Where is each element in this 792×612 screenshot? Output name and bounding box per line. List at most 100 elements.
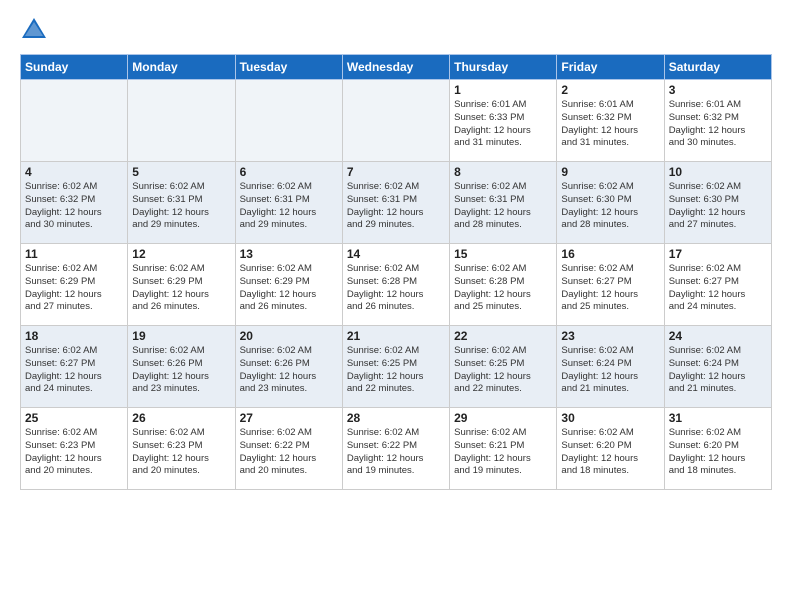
- calendar-cell: 30Sunrise: 6:02 AMSunset: 6:20 PMDayligh…: [557, 408, 664, 490]
- cell-text-line: Sunrise: 6:02 AM: [240, 263, 338, 276]
- cell-text-line: and 18 minutes.: [561, 465, 659, 478]
- cell-text-line: Sunset: 6:31 PM: [240, 194, 338, 207]
- day-number: 27: [240, 411, 338, 425]
- day-header-wednesday: Wednesday: [342, 55, 449, 80]
- day-header-saturday: Saturday: [664, 55, 771, 80]
- day-number: 3: [669, 83, 767, 97]
- cell-text-line: and 24 minutes.: [25, 383, 123, 396]
- calendar-cell: 2Sunrise: 6:01 AMSunset: 6:32 PMDaylight…: [557, 80, 664, 162]
- cell-text-line: Daylight: 12 hours: [25, 289, 123, 302]
- cell-text-line: Sunset: 6:22 PM: [240, 440, 338, 453]
- cell-text-line: and 19 minutes.: [347, 465, 445, 478]
- cell-text-line: Sunset: 6:21 PM: [454, 440, 552, 453]
- calendar-cell: 4Sunrise: 6:02 AMSunset: 6:32 PMDaylight…: [21, 162, 128, 244]
- calendar-cell: 9Sunrise: 6:02 AMSunset: 6:30 PMDaylight…: [557, 162, 664, 244]
- cell-text-line: Daylight: 12 hours: [240, 453, 338, 466]
- day-number: 17: [669, 247, 767, 261]
- day-header-friday: Friday: [557, 55, 664, 80]
- cell-text-line: Sunset: 6:23 PM: [25, 440, 123, 453]
- day-number: 18: [25, 329, 123, 343]
- calendar-cell: 10Sunrise: 6:02 AMSunset: 6:30 PMDayligh…: [664, 162, 771, 244]
- calendar-cell: 21Sunrise: 6:02 AMSunset: 6:25 PMDayligh…: [342, 326, 449, 408]
- cell-text-line: Sunset: 6:20 PM: [669, 440, 767, 453]
- cell-text-line: Daylight: 12 hours: [240, 289, 338, 302]
- cell-text-line: Sunrise: 6:01 AM: [561, 99, 659, 112]
- cell-text-line: Sunrise: 6:02 AM: [454, 263, 552, 276]
- header: [20, 16, 772, 44]
- cell-text-line: and 29 minutes.: [240, 219, 338, 232]
- calendar-cell: 3Sunrise: 6:01 AMSunset: 6:32 PMDaylight…: [664, 80, 771, 162]
- cell-text-line: and 25 minutes.: [561, 301, 659, 314]
- cell-text-line: Sunset: 6:32 PM: [669, 112, 767, 125]
- day-number: 28: [347, 411, 445, 425]
- cell-text-line: Daylight: 12 hours: [240, 207, 338, 220]
- cell-text-line: and 26 minutes.: [240, 301, 338, 314]
- day-number: 14: [347, 247, 445, 261]
- day-number: 10: [669, 165, 767, 179]
- cell-text-line: Sunrise: 6:02 AM: [132, 345, 230, 358]
- day-number: 12: [132, 247, 230, 261]
- calendar-cell: 22Sunrise: 6:02 AMSunset: 6:25 PMDayligh…: [450, 326, 557, 408]
- calendar-cell: 19Sunrise: 6:02 AMSunset: 6:26 PMDayligh…: [128, 326, 235, 408]
- cell-text-line: and 20 minutes.: [25, 465, 123, 478]
- cell-text-line: Sunset: 6:29 PM: [25, 276, 123, 289]
- cell-text-line: Sunrise: 6:02 AM: [240, 427, 338, 440]
- cell-text-line: Sunrise: 6:02 AM: [561, 181, 659, 194]
- cell-text-line: Daylight: 12 hours: [669, 289, 767, 302]
- cell-text-line: and 29 minutes.: [347, 219, 445, 232]
- cell-text-line: and 21 minutes.: [561, 383, 659, 396]
- cell-text-line: Daylight: 12 hours: [347, 371, 445, 384]
- cell-text-line: Sunrise: 6:02 AM: [25, 263, 123, 276]
- day-number: 15: [454, 247, 552, 261]
- day-number: 9: [561, 165, 659, 179]
- cell-text-line: and 19 minutes.: [454, 465, 552, 478]
- calendar-cell: 16Sunrise: 6:02 AMSunset: 6:27 PMDayligh…: [557, 244, 664, 326]
- day-number: 16: [561, 247, 659, 261]
- day-number: 22: [454, 329, 552, 343]
- logo-icon: [20, 16, 48, 44]
- cell-text-line: Sunrise: 6:01 AM: [669, 99, 767, 112]
- cell-text-line: Daylight: 12 hours: [25, 453, 123, 466]
- cell-text-line: Daylight: 12 hours: [25, 371, 123, 384]
- calendar-cell: [342, 80, 449, 162]
- cell-text-line: Sunset: 6:28 PM: [454, 276, 552, 289]
- cell-text-line: and 26 minutes.: [132, 301, 230, 314]
- day-number: 13: [240, 247, 338, 261]
- calendar-cell: 7Sunrise: 6:02 AMSunset: 6:31 PMDaylight…: [342, 162, 449, 244]
- cell-text-line: Daylight: 12 hours: [454, 207, 552, 220]
- cell-text-line: Daylight: 12 hours: [669, 207, 767, 220]
- cell-text-line: Daylight: 12 hours: [347, 453, 445, 466]
- cell-text-line: Daylight: 12 hours: [669, 371, 767, 384]
- calendar-cell: 20Sunrise: 6:02 AMSunset: 6:26 PMDayligh…: [235, 326, 342, 408]
- cell-text-line: Sunset: 6:27 PM: [561, 276, 659, 289]
- calendar-cell: 15Sunrise: 6:02 AMSunset: 6:28 PMDayligh…: [450, 244, 557, 326]
- day-number: 26: [132, 411, 230, 425]
- cell-text-line: Sunset: 6:31 PM: [132, 194, 230, 207]
- cell-text-line: Sunrise: 6:02 AM: [454, 345, 552, 358]
- cell-text-line: Sunset: 6:29 PM: [132, 276, 230, 289]
- logo: [20, 16, 52, 44]
- calendar-cell: 28Sunrise: 6:02 AMSunset: 6:22 PMDayligh…: [342, 408, 449, 490]
- calendar-cell: 14Sunrise: 6:02 AMSunset: 6:28 PMDayligh…: [342, 244, 449, 326]
- calendar-week-row: 25Sunrise: 6:02 AMSunset: 6:23 PMDayligh…: [21, 408, 772, 490]
- day-number: 8: [454, 165, 552, 179]
- cell-text-line: Sunrise: 6:02 AM: [132, 427, 230, 440]
- cell-text-line: Sunrise: 6:02 AM: [561, 345, 659, 358]
- day-number: 23: [561, 329, 659, 343]
- calendar-cell: 6Sunrise: 6:02 AMSunset: 6:31 PMDaylight…: [235, 162, 342, 244]
- cell-text-line: Sunset: 6:27 PM: [25, 358, 123, 371]
- cell-text-line: Sunset: 6:23 PM: [132, 440, 230, 453]
- cell-text-line: Sunrise: 6:02 AM: [25, 181, 123, 194]
- day-number: 11: [25, 247, 123, 261]
- cell-text-line: Sunset: 6:26 PM: [132, 358, 230, 371]
- calendar-cell: 17Sunrise: 6:02 AMSunset: 6:27 PMDayligh…: [664, 244, 771, 326]
- day-number: 21: [347, 329, 445, 343]
- cell-text-line: Sunrise: 6:02 AM: [25, 345, 123, 358]
- calendar-cell: 18 Sunrise: 6:02 AMSunset: 6:27 PMDayligh…: [21, 326, 128, 408]
- cell-text-line: Daylight: 12 hours: [561, 453, 659, 466]
- cell-text-line: and 21 minutes.: [669, 383, 767, 396]
- calendar-week-row: 4Sunrise: 6:02 AMSunset: 6:32 PMDaylight…: [21, 162, 772, 244]
- cell-text-line: and 28 minutes.: [454, 219, 552, 232]
- calendar-cell: 5Sunrise: 6:02 AMSunset: 6:31 PMDaylight…: [128, 162, 235, 244]
- cell-text-line: and 24 minutes.: [669, 301, 767, 314]
